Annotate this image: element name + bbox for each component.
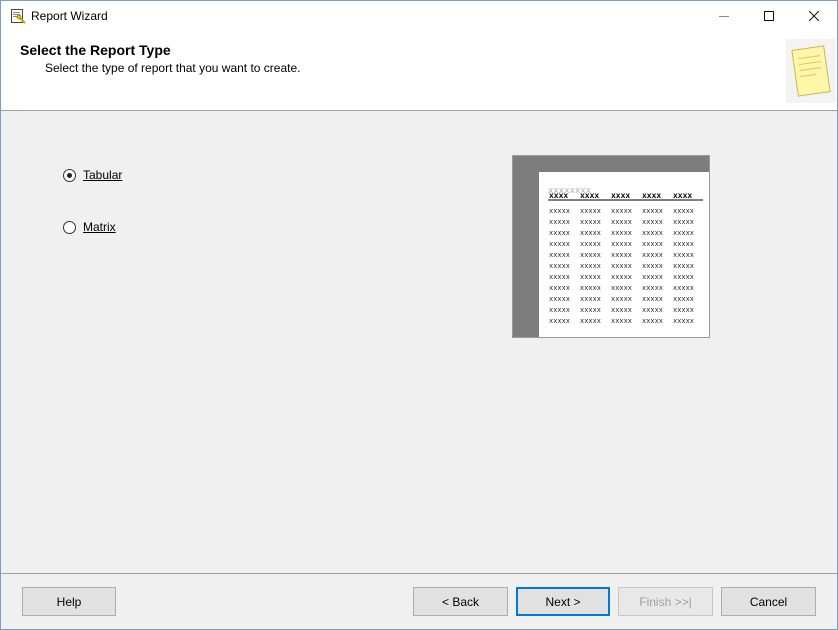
radio-label-tabular: Tabular xyxy=(83,168,123,182)
page-subtitle: Select the type of report that you want … xyxy=(45,61,301,75)
preview-data-cell: xxxxx xyxy=(673,208,694,216)
minimize-icon xyxy=(719,16,729,17)
preview-data-cell: xxxxx xyxy=(642,241,663,249)
preview-data-cell: xxxxx xyxy=(673,274,694,282)
preview-header-cell: xxxx xyxy=(549,192,568,201)
preview-data-cell: xxxxx xyxy=(580,252,601,260)
preview-data-cell: xxxxx xyxy=(611,252,632,260)
preview-data-cell: xxxxx xyxy=(642,285,663,293)
preview-data-cell: xxxxx xyxy=(673,230,694,238)
preview-data-cell: xxxxx xyxy=(642,296,663,304)
preview-data-cell: xxxxx xyxy=(549,208,570,216)
wizard-header: Select the Report Type Select the type o… xyxy=(1,31,837,111)
preview-data-cell: xxxxx xyxy=(642,263,663,271)
page-title: Select the Report Type xyxy=(20,42,171,58)
preview-data-cell: xxxxx xyxy=(580,241,601,249)
report-wizard-window: Report Wizard Select the Report Type Sel… xyxy=(0,0,838,630)
radio-option-tabular[interactable]: Tabular xyxy=(63,168,122,182)
preview-data-cell: xxxxx xyxy=(673,241,694,249)
preview-data-cell: xxxxx xyxy=(611,208,632,216)
preview-data-cell: xxxxx xyxy=(642,274,663,282)
preview-data-cell: xxxxx xyxy=(673,219,694,227)
preview-data-cell: xxxxx xyxy=(611,296,632,304)
preview-header-cell: xxxx xyxy=(673,192,692,201)
preview-data-cell: xxxxx xyxy=(611,274,632,282)
preview-data-cell: xxxxx xyxy=(549,296,570,304)
close-icon xyxy=(809,11,819,21)
preview-data-cell: xxxxx xyxy=(549,285,570,293)
preview-data-cell: xxxxx xyxy=(580,285,601,293)
report-wizard-app-icon xyxy=(10,8,26,24)
wizard-content: Tabular Matrix xxxxxxxx xxxx xxxx xxxx xxxx… xyxy=(1,111,837,573)
close-button[interactable] xyxy=(791,1,837,31)
preview-data-cell: xxxxx xyxy=(642,208,663,216)
preview-data-cell: xxxxx xyxy=(611,318,632,326)
preview-data-cell: xxxxx xyxy=(611,285,632,293)
next-button[interactable]: Next > xyxy=(516,587,610,616)
preview-data-cell: xxxxx xyxy=(642,219,663,227)
title-bar[interactable]: Report Wizard xyxy=(1,1,837,31)
preview-data-cell: xxxxx xyxy=(673,252,694,260)
preview-header-cell: xxxx xyxy=(642,192,661,201)
preview-data-cell: xxxxx xyxy=(673,285,694,293)
preview-data-cell: xxxxx xyxy=(549,241,570,249)
preview-data-cell: xxxxx xyxy=(580,274,601,282)
back-button[interactable]: < Back xyxy=(413,587,508,616)
preview-data-cell: xxxxx xyxy=(642,252,663,260)
preview-data-cell: xxxxx xyxy=(549,263,570,271)
maximize-button[interactable] xyxy=(746,1,792,31)
radio-button-unselected[interactable] xyxy=(63,220,76,234)
maximize-icon xyxy=(764,11,774,21)
preview-data-cell: xxxxx xyxy=(673,296,694,304)
cancel-button[interactable]: Cancel xyxy=(721,587,816,616)
minimize-button[interactable] xyxy=(701,1,747,31)
preview-data-cell: xxxxx xyxy=(549,307,570,315)
preview-data-cell: xxxxx xyxy=(611,307,632,315)
preview-header-cell: xxxx xyxy=(580,192,599,201)
radio-option-matrix[interactable]: Matrix xyxy=(63,220,116,234)
preview-data-cell: xxxxx xyxy=(611,230,632,238)
preview-data-cell: xxxxx xyxy=(549,230,570,238)
preview-data-cell: xxxxx xyxy=(673,318,694,326)
preview-data-cell: xxxxx xyxy=(642,307,663,315)
help-button[interactable]: Help xyxy=(22,587,116,616)
preview-data-cell: xxxxx xyxy=(580,296,601,304)
radio-button-selected[interactable] xyxy=(63,168,76,182)
radio-label-matrix: Matrix xyxy=(83,220,116,234)
preview-data-cell: xxxxx xyxy=(673,263,694,271)
preview-data-cell: xxxxx xyxy=(611,263,632,271)
window-title: Report Wizard xyxy=(31,9,108,23)
preview-data-cell: xxxxx xyxy=(549,252,570,260)
preview-data-cell: xxxxx xyxy=(673,307,694,315)
preview-page: xxxxxxxx xxxx xxxx xxxx xxxx xxxx xxxxx xxxxx… xyxy=(539,172,709,337)
preview-data-cell: xxxxx xyxy=(580,219,601,227)
preview-data-cell: xxxxx xyxy=(549,274,570,282)
preview-data-cell: xxxxx xyxy=(580,263,601,271)
preview-data-cell: xxxxx xyxy=(580,307,601,315)
preview-data-cell: xxxxx xyxy=(580,230,601,238)
preview-table-graphic: xxxxxxxx xxxx xxxx xxxx xxxx xxxx xxxxx xxxxx… xyxy=(548,186,703,326)
preview-data-cell: xxxxx xyxy=(549,219,570,227)
preview-data-cell: xxxxx xyxy=(580,318,601,326)
preview-data-cell: xxxxx xyxy=(580,208,601,216)
preview-data-cell: xxxxx xyxy=(611,241,632,249)
preview-data-cell: xxxxx xyxy=(642,318,663,326)
report-page-icon xyxy=(786,39,836,103)
preview-data-cell: xxxxx xyxy=(642,230,663,238)
finish-button[interactable]: Finish >>| xyxy=(618,587,713,616)
wizard-footer: Help < Back Next > Finish >>| Cancel xyxy=(1,573,837,629)
preview-header-cell: xxxx xyxy=(611,192,630,201)
preview-data-cell: xxxxx xyxy=(549,318,570,326)
report-layout-preview: xxxxxxxx xxxx xxxx xxxx xxxx xxxx xxxxx xxxxx… xyxy=(512,155,710,338)
preview-data-cell: xxxxx xyxy=(611,219,632,227)
